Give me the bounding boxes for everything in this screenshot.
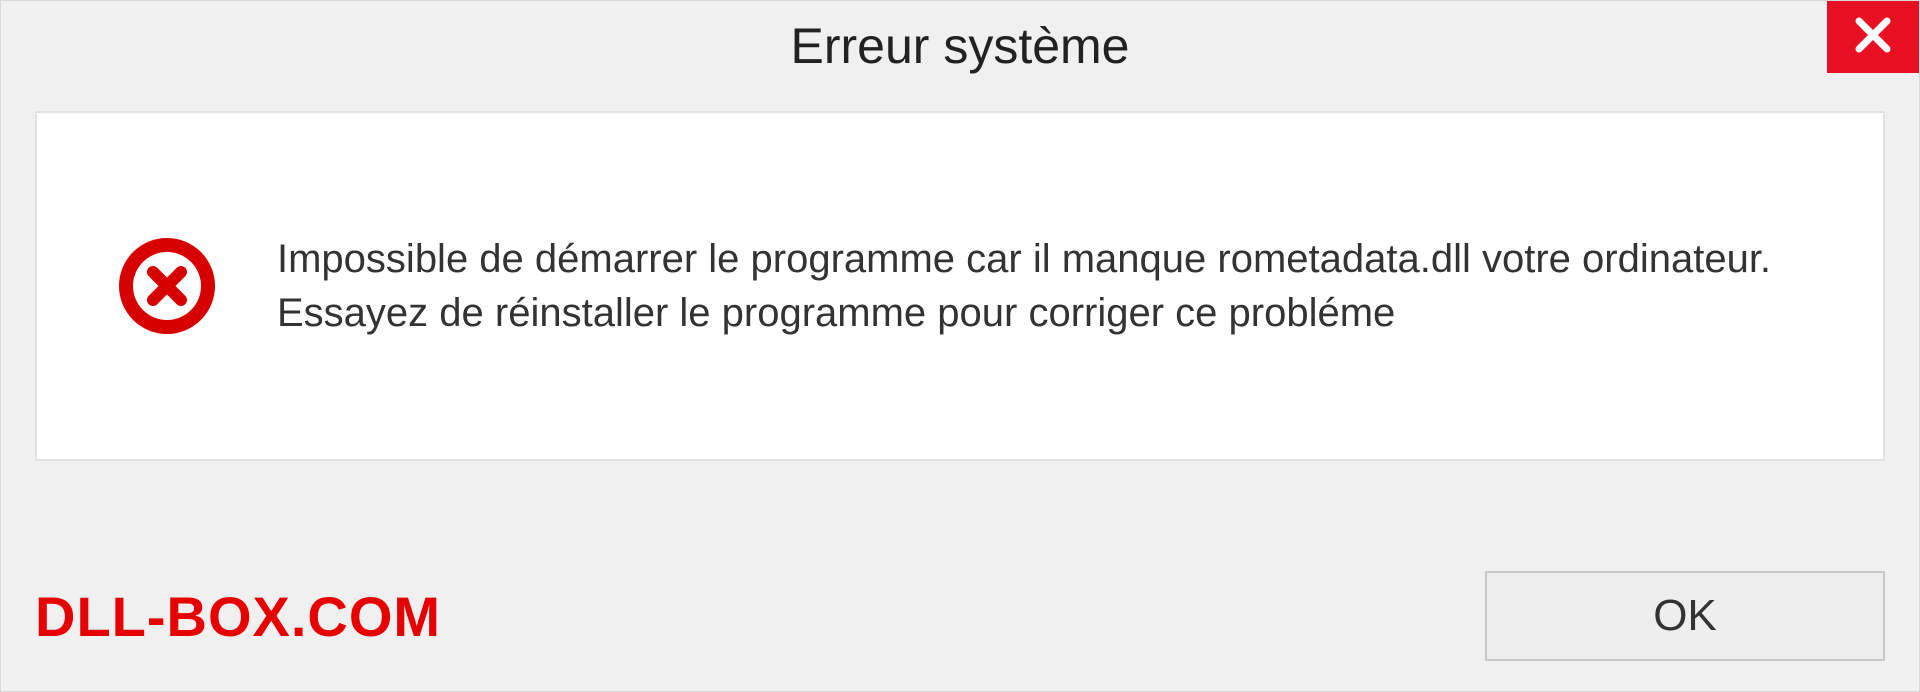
titlebar: Erreur système (1, 1, 1919, 91)
ok-button-label: OK (1653, 591, 1717, 641)
dialog-title: Erreur système (791, 17, 1130, 75)
close-button[interactable] (1827, 1, 1919, 73)
content-panel: Impossible de démarrer le programme car … (35, 111, 1885, 461)
error-message: Impossible de démarrer le programme car … (277, 232, 1823, 340)
ok-button[interactable]: OK (1485, 571, 1885, 661)
error-dialog: Erreur système Impossible de démarrer le… (0, 0, 1920, 692)
dialog-footer: DLL-BOX.COM OK (35, 571, 1885, 661)
error-icon (117, 236, 217, 336)
brand-label: DLL-BOX.COM (35, 584, 441, 649)
close-icon (1853, 15, 1893, 60)
